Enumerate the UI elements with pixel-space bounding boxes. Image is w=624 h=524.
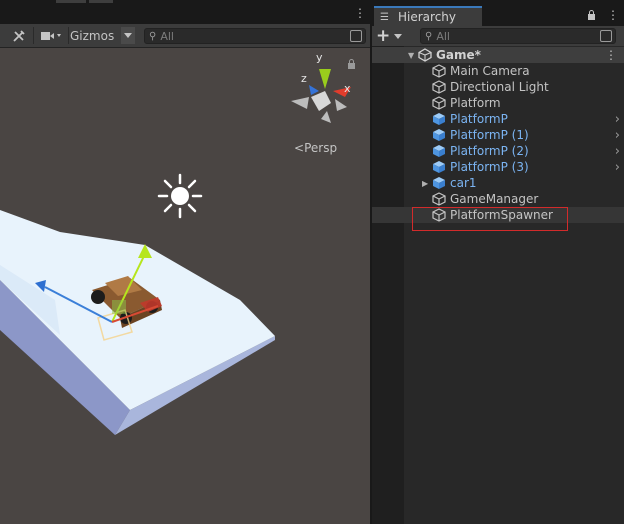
hierarchy-more-menu-icon[interactable]: ⋮ <box>607 8 619 22</box>
hierarchy-search-input[interactable]: ⚲ All <box>420 28 616 44</box>
chevron-right-icon[interactable]: › <box>615 144 620 159</box>
scene-tab-stub[interactable] <box>56 0 86 3</box>
hierarchy-item-platformp-3[interactable]: PlatformP (3) › <box>372 159 624 175</box>
axis-z-label: z <box>301 72 307 85</box>
gizmos-button[interactable]: Gizmos <box>70 27 118 44</box>
scene-search-placeholder: All <box>160 29 174 43</box>
tools-icon[interactable] <box>8 27 30 44</box>
directional-light-gizmo <box>157 173 203 219</box>
scene-tab-stub-2[interactable] <box>89 0 113 3</box>
scene-tab-strip: ⋮ <box>0 0 370 24</box>
hierarchy-search-placeholder: All <box>436 29 450 43</box>
hierarchy-item-directional-light[interactable]: Directional Light <box>372 79 624 95</box>
prefab-cube-icon <box>433 161 445 173</box>
hierarchy-item-car1[interactable]: ▶ car1 <box>372 175 624 191</box>
gameobject-cube-icon <box>432 64 446 78</box>
axis-x-label: x <box>344 82 351 95</box>
gizmos-label: Gizmos <box>70 28 115 43</box>
scene-view[interactable]: ⋮ Gizmos ⚲ All y z x <Persp <box>0 0 370 524</box>
scene-menu-icon[interactable]: ⋮ <box>605 48 617 62</box>
prefab-cube-icon <box>433 177 445 189</box>
hierarchy-item-label: PlatformP <box>450 112 508 126</box>
prefab-cube-icon <box>433 145 445 157</box>
hierarchy-item-gamemanager[interactable]: GameManager <box>372 191 624 207</box>
prefab-cube-icon <box>433 113 445 125</box>
hierarchy-item-label: GameManager <box>450 192 539 206</box>
axis-y-label: y <box>316 51 323 64</box>
hierarchy-tab-label: Hierarchy <box>398 10 457 24</box>
hierarchy-list-icon: ☰ <box>380 11 389 23</box>
hierarchy-item-label: Platform <box>450 96 501 110</box>
hierarchy-item-label: Directional Light <box>450 80 549 94</box>
add-label: + <box>376 26 391 46</box>
hierarchy-tab-bar: ☰ Hierarchy ⋮ <box>372 0 624 26</box>
hierarchy-item-label: PlatformP (2) <box>450 144 529 158</box>
search-filter-icon[interactable] <box>600 30 612 42</box>
hierarchy-item-label: car1 <box>450 176 477 190</box>
highlight-annotation-box <box>412 207 568 231</box>
expand-arrow-icon[interactable]: ▼ <box>408 51 414 60</box>
hierarchy-panel: ☰ Hierarchy ⋮ + ⚲ All ▼ Game* ⋮ Main Cam… <box>372 0 624 524</box>
persp-icon: < <box>294 141 305 155</box>
camera-settings-button[interactable] <box>36 27 66 44</box>
gizmos-dropdown-arrow-icon[interactable] <box>121 27 135 44</box>
hierarchy-item-main-camera[interactable]: Main Camera <box>372 63 624 79</box>
scene-name: Game* <box>436 48 481 62</box>
persp-label: Persp <box>304 141 338 155</box>
persp-toggle[interactable]: <Persp <box>294 141 337 155</box>
lock-icon[interactable] <box>347 58 356 72</box>
scene-root-row[interactable]: ▼ Game* ⋮ <box>372 47 624 63</box>
prefab-cube-icon <box>433 129 445 141</box>
gameobject-cube-icon <box>432 80 446 94</box>
search-icon: ⚲ <box>149 30 157 42</box>
tab-hierarchy[interactable]: ☰ Hierarchy <box>374 6 482 26</box>
hierarchy-item-label: PlatformP (3) <box>450 160 529 174</box>
scene-more-menu-icon[interactable]: ⋮ <box>354 6 366 20</box>
gameobject-cube-icon <box>432 96 446 110</box>
chevron-right-icon[interactable]: › <box>615 160 620 175</box>
unity-scene-icon <box>418 48 432 62</box>
hierarchy-tree: ▼ Game* ⋮ Main Camera Directional Light … <box>372 46 624 524</box>
search-icon: ⚲ <box>425 30 433 42</box>
expand-arrow-icon[interactable]: ▶ <box>422 179 428 188</box>
chevron-right-icon[interactable]: › <box>615 112 620 127</box>
hierarchy-item-label: Main Camera <box>450 64 530 78</box>
scene-toolbar: Gizmos ⚲ All <box>0 24 370 48</box>
scene-search-input[interactable]: ⚲ All <box>144 28 366 44</box>
hierarchy-item-label: PlatformP (1) <box>450 128 529 142</box>
hierarchy-toolbar: + ⚲ All <box>372 26 624 47</box>
camera-icon <box>41 31 61 40</box>
lock-icon[interactable] <box>587 9 596 23</box>
hierarchy-item-platformp[interactable]: PlatformP › <box>372 111 624 127</box>
hierarchy-item-platformp-1[interactable]: PlatformP (1) › <box>372 127 624 143</box>
hierarchy-item-platformp-2[interactable]: PlatformP (2) › <box>372 143 624 159</box>
chevron-right-icon[interactable]: › <box>615 128 620 143</box>
add-dropdown-arrow-icon <box>394 33 403 39</box>
hierarchy-item-platform[interactable]: Platform <box>372 95 624 111</box>
add-object-button[interactable]: + <box>376 26 406 46</box>
search-filter-icon[interactable] <box>350 30 362 42</box>
gameobject-cube-icon <box>432 192 446 206</box>
